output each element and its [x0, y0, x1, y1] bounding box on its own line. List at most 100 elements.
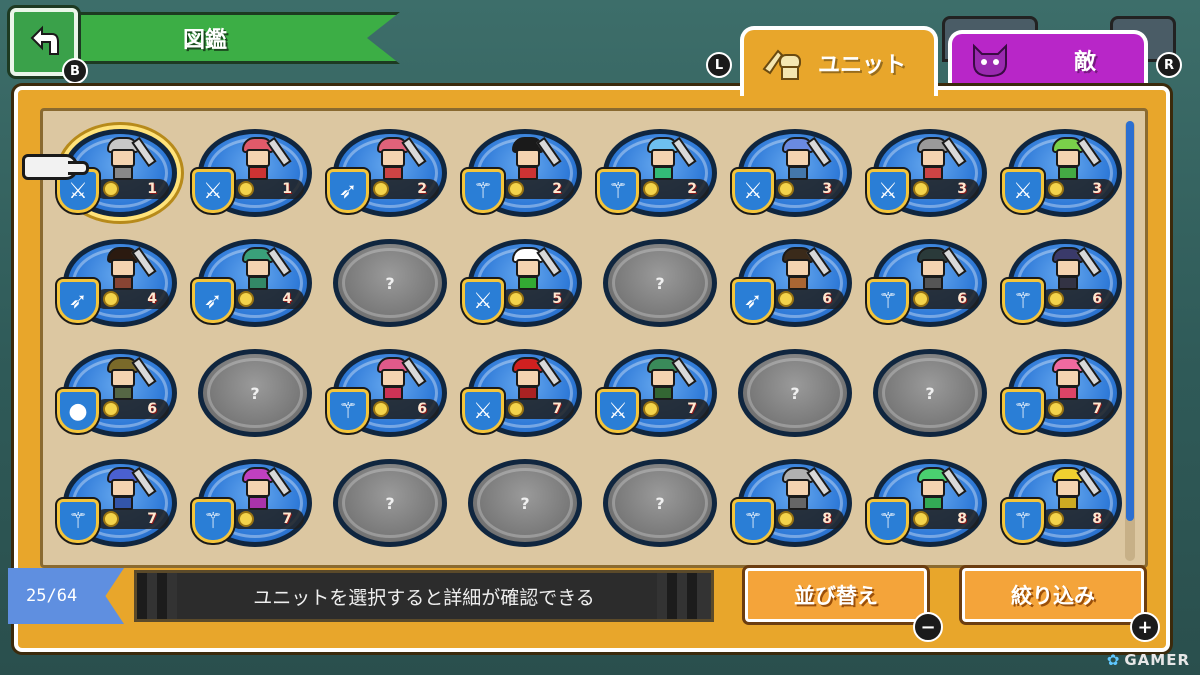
locked-unit-slot[interactable]: ?	[192, 345, 312, 441]
sword-class-shield-icon: ⚔	[462, 279, 504, 323]
unit-slot[interactable]: 6 ➶	[732, 235, 852, 331]
unit-slot[interactable]: 6 ⚚	[1002, 235, 1122, 331]
tab-units-label: ユニット	[818, 53, 907, 78]
cost-bar: 1	[95, 179, 169, 199]
locked-unit-slot[interactable]: ?	[597, 235, 717, 331]
unit-slot[interactable]: 7 ⚔	[462, 345, 582, 441]
coin-icon	[1048, 401, 1064, 417]
coin-icon	[238, 181, 254, 197]
locked-unit-slot[interactable]: ?	[597, 455, 717, 551]
unit-slot[interactable]: 3 ⚔	[867, 125, 987, 221]
sword-class-shield-icon: ⚔	[192, 169, 234, 213]
coin-icon	[1048, 291, 1064, 307]
watermark-text: GAMER	[1124, 651, 1190, 669]
sword-class-shield-icon: ⚔	[732, 169, 774, 213]
cost-bar: 8	[770, 509, 844, 529]
locked-unit-slot[interactable]: ?	[462, 455, 582, 551]
coin-icon	[103, 291, 119, 307]
unit-slot[interactable]: 2 ➶	[327, 125, 447, 221]
cost-bar: 6	[770, 289, 844, 309]
unit-slot[interactable]: 6 ⚚	[327, 345, 447, 441]
cost-bar: 2	[500, 179, 574, 199]
hint-message-box: ユニットを選択すると詳細が確認できる	[134, 570, 714, 622]
coin-icon	[643, 401, 659, 417]
tab-enemies[interactable]: 敵	[948, 30, 1148, 86]
unit-cost: 6	[147, 401, 157, 417]
unit-slot[interactable]: 2 ⚚	[462, 125, 582, 221]
unit-slot[interactable]: 4 ➶	[192, 235, 312, 331]
sort-button-label: 並び替え	[794, 584, 878, 608]
locked-unit-slot[interactable]: ?	[327, 235, 447, 331]
unit-slot[interactable]: 6 ●	[57, 345, 177, 441]
page-title: 図鑑	[182, 28, 227, 53]
cost-bar: 8	[1040, 509, 1114, 529]
coin-icon	[1048, 181, 1064, 197]
unit-cost: 5	[552, 291, 562, 307]
scroll-thumb[interactable]	[1126, 121, 1134, 521]
cost-bar: 3	[905, 179, 979, 199]
staff-class-shield-icon: ⚚	[462, 169, 504, 213]
unit-helmet-icon	[762, 49, 801, 80]
unit-slot[interactable]: 7 ⚚	[1002, 345, 1122, 441]
unit-cost: 4	[147, 291, 157, 307]
locked-question-mark: ?	[655, 273, 665, 293]
coin-icon	[103, 511, 119, 527]
unit-slot[interactable]: 3 ⚔	[1002, 125, 1122, 221]
cost-bar: 3	[1040, 179, 1114, 199]
unit-slot[interactable]: 8 ⚚	[867, 455, 987, 551]
unit-cost: 7	[147, 511, 157, 527]
filter-button[interactable]: 絞り込み	[962, 568, 1144, 622]
unit-cost: 7	[282, 511, 292, 527]
locked-question-mark: ?	[385, 273, 395, 293]
unit-cost: 6	[1092, 291, 1102, 307]
staff-class-shield-icon: ⚚	[192, 499, 234, 543]
unit-grid: 1 ⚔ 1 ⚔ 2 ➶ 2 ⚚ 2 ⚚ 3 ⚔ 3 ⚔ 3 ⚔ 4 ➶ 4 ➶? 5 ⚔? 6 ➶ 6 ⚚ 6 ⚚ 6 ●? 6 ⚚ 7 ⚔ 7 ⚔?…	[57, 125, 1137, 565]
unit-slot[interactable]: 8 ⚚	[732, 455, 852, 551]
scrollbar[interactable]	[1125, 121, 1135, 561]
title-banner: 図鑑	[70, 12, 400, 64]
coin-icon	[238, 291, 254, 307]
coin-icon	[373, 401, 389, 417]
unit-cost: 3	[822, 181, 832, 197]
unit-slot[interactable]: 6 ⚚	[867, 235, 987, 331]
unit-cost: 6	[822, 291, 832, 307]
unit-slot[interactable]: 7 ⚚	[57, 455, 177, 551]
tab-enemies-label: 敵	[1074, 50, 1097, 75]
staff-class-shield-icon: ⚚	[597, 169, 639, 213]
cost-bar: 6	[365, 399, 439, 419]
minus-button-hint: −	[913, 612, 943, 642]
unit-cost: 2	[417, 181, 427, 197]
locked-question-mark: ?	[385, 493, 395, 513]
locked-unit-slot[interactable]: ?	[732, 345, 852, 441]
locked-question-mark: ?	[250, 383, 260, 403]
unlock-counter-text: 25/64	[26, 586, 78, 606]
unit-slot[interactable]: 3 ⚔	[732, 125, 852, 221]
cost-bar: 2	[635, 179, 709, 199]
staff-class-shield-icon: ⚚	[57, 499, 99, 543]
locked-unit-slot[interactable]: ?	[327, 455, 447, 551]
unit-cost: 1	[282, 181, 292, 197]
coin-icon	[103, 401, 119, 417]
cost-bar: 6	[95, 399, 169, 419]
locked-question-mark: ?	[520, 493, 530, 513]
unit-slot[interactable]: 4 ➶	[57, 235, 177, 331]
unit-slot[interactable]: 8 ⚚	[1002, 455, 1122, 551]
unit-slot[interactable]: 1 ⚔	[192, 125, 312, 221]
tab-units[interactable]: ユニット	[740, 26, 938, 96]
locked-unit-slot[interactable]: ?	[867, 345, 987, 441]
unit-cost: 2	[687, 181, 697, 197]
unit-slot[interactable]: 7 ⚔	[597, 345, 717, 441]
unit-cost: 7	[1092, 401, 1102, 417]
unit-slot[interactable]: 5 ⚔	[462, 235, 582, 331]
cost-bar: 4	[95, 289, 169, 309]
coin-icon	[508, 401, 524, 417]
l-button-hint: L	[706, 52, 732, 78]
unit-slot[interactable]: 7 ⚚	[192, 455, 312, 551]
pointer-hand-icon	[22, 154, 89, 180]
unit-cost: 4	[282, 291, 292, 307]
sword-class-shield-icon: ⚔	[1002, 169, 1044, 213]
locked-question-mark: ?	[655, 493, 665, 513]
bow-class-shield-icon: ➶	[327, 169, 369, 213]
sort-button[interactable]: 並び替え	[745, 568, 927, 622]
unit-slot[interactable]: 2 ⚚	[597, 125, 717, 221]
